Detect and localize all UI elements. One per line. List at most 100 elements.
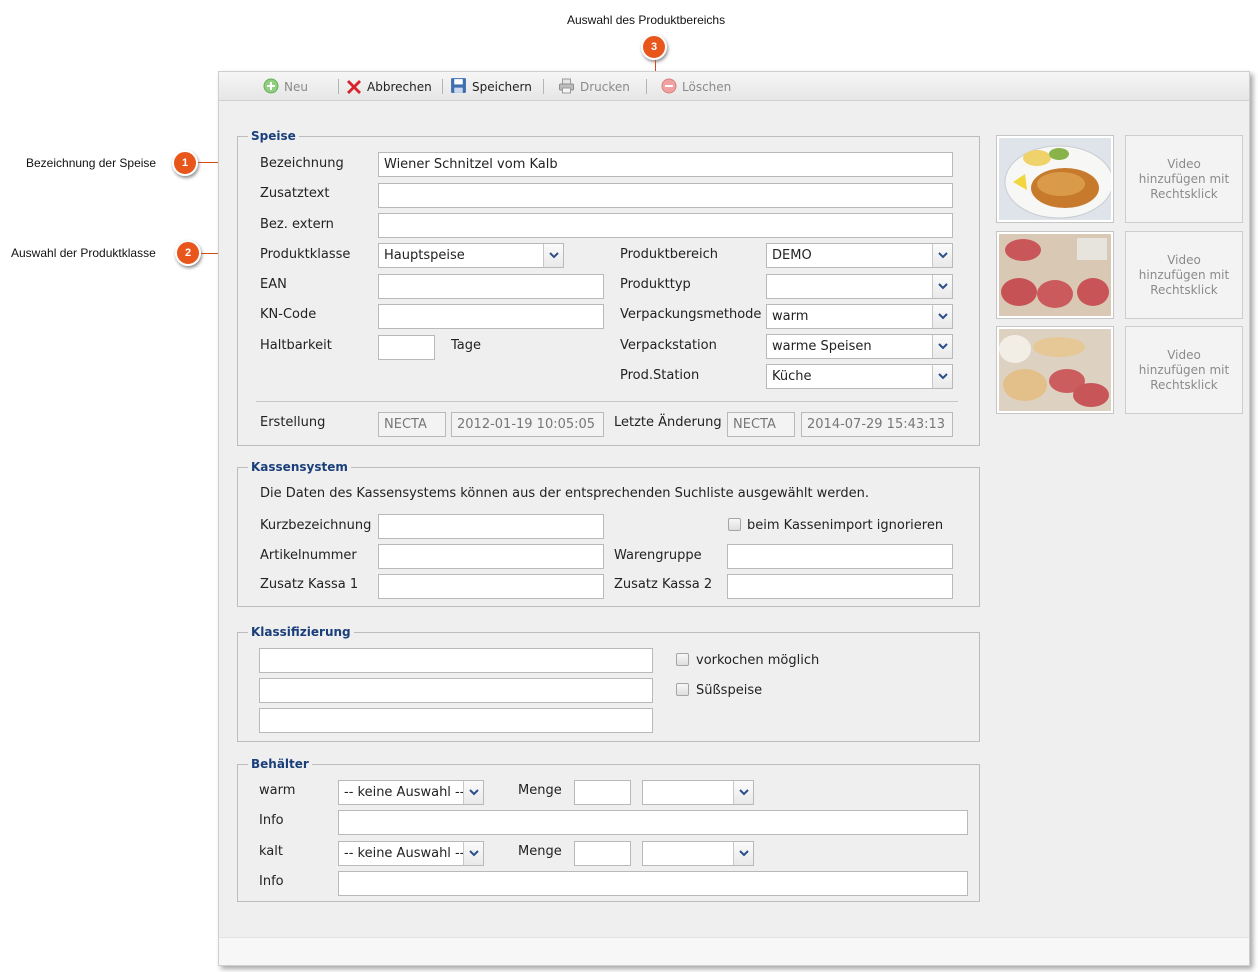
warm-unit-select[interactable] [642,780,754,805]
video-placeholder-3[interactable]: Video hinzufügen mit Rechtsklick [1125,326,1243,414]
ean-input[interactable] [378,274,604,299]
food-photo-raw-meat[interactable] [996,231,1114,319]
produktbereich-select[interactable]: DEMO [766,243,953,268]
delete-button[interactable]: Löschen [661,78,731,96]
kalt-unit-select[interactable] [642,841,754,866]
behaelter-section: Behälter warm -- keine Auswahl -- Menge … [237,756,980,902]
cancel-button[interactable]: Abbrechen [346,78,432,96]
kalt-container-value: -- keine Auswahl -- [344,846,465,861]
prodstation-value: Küche [772,369,812,384]
video-hint-1: Video hinzufügen mit Rechtsklick [1138,156,1230,201]
divider [256,401,958,402]
delete-icon [661,78,677,97]
zusatz-kassa1-label: Zusatz Kassa 1 [260,577,359,592]
save-button[interactable]: Speichern [450,78,532,96]
zusatztext-input[interactable] [378,183,953,208]
food-photo-breading[interactable] [996,326,1114,414]
letzte-aenderung-date-field: 2014-07-29 15:43:13 [801,412,953,437]
save-label: Speichern [472,80,532,94]
erstellung-label: Erstellung [260,415,326,430]
app-window: Neu Abbrechen Speichern Drucken Löschen … [218,71,1250,966]
callout-1-badge: 1 [172,150,198,176]
callout-2-text: Auswahl der Produktklasse [11,246,156,260]
kalt-info-input[interactable] [338,871,968,896]
suessspeise-checkbox[interactable] [676,683,689,696]
print-button[interactable]: Drucken [558,78,630,96]
kn-code-input[interactable] [378,304,604,329]
chevron-down-icon[interactable] [543,244,563,267]
bezeichnung-label: Bezeichnung [260,156,344,171]
chevron-down-icon[interactable] [463,842,483,865]
bezeichnung-input[interactable]: Wiener Schnitzel vom Kalb [378,152,953,177]
ignore-import-checkbox[interactable] [728,518,741,531]
toolbar: Neu Abbrechen Speichern Drucken Löschen [219,72,1249,101]
callout-2-badge: 2 [175,240,201,266]
bez-extern-label: Bez. extern [260,217,334,232]
produktbereich-label: Produktbereich [620,247,719,262]
vorkochen-checkbox[interactable] [676,653,689,666]
food-photo-plate[interactable] [996,135,1114,223]
zusatz-kassa1-input[interactable] [378,574,604,599]
tage-label: Tage [451,338,482,353]
klassifizierung-legend: Klassifizierung [248,624,354,640]
speise-legend: Speise [248,128,299,144]
letzte-aenderung-label: Letzte Änderung [614,415,722,430]
warm-menge-label: Menge [518,783,562,798]
kurzbezeichnung-input[interactable] [378,514,604,539]
chevron-down-icon[interactable] [733,781,753,804]
warm-label: warm [259,783,296,798]
prodstation-select[interactable]: Küche [766,364,953,389]
callout-1-text: Bezeichnung der Speise [26,156,157,170]
verpackstation-label: Verpackstation [620,338,717,353]
klassifizierung-input-2[interactable] [259,678,653,703]
klassifizierung-input-3[interactable] [259,708,653,733]
zusatztext-label: Zusatztext [260,186,330,201]
artikelnummer-input[interactable] [378,544,604,569]
chevron-down-icon[interactable] [733,842,753,865]
warengruppe-input[interactable] [727,544,953,569]
chevron-down-icon[interactable] [463,781,483,804]
verpackungsmethode-select[interactable]: warm [766,304,953,329]
delete-label: Löschen [682,80,732,94]
produkttyp-label: Produkttyp [620,277,691,292]
chevron-down-icon[interactable] [932,244,952,267]
klassifizierung-input-1[interactable] [259,648,653,673]
verpackstation-select[interactable]: warme Speisen [766,334,953,359]
verpackungsmethode-value: warm [772,309,809,324]
kalt-label: kalt [259,844,283,859]
bez-extern-input[interactable] [378,213,953,238]
warm-menge-input[interactable] [574,780,631,805]
produkttyp-select[interactable] [766,274,953,299]
kassensystem-section: Kassensystem Die Daten des Kassensystems… [237,459,980,607]
behaelter-legend: Behälter [248,756,312,772]
chevron-down-icon[interactable] [932,275,952,298]
erstellung-date-field: 2012-01-19 10:05:05 [451,412,604,437]
klassifizierung-section: Klassifizierung vorkochen möglich Süßspe… [237,624,980,742]
kalt-menge-input[interactable] [574,841,631,866]
new-button[interactable]: Neu [263,78,308,96]
produktklasse-label: Produktklasse [260,247,351,262]
kalt-info-label: Info [259,874,284,889]
chevron-down-icon[interactable] [932,305,952,328]
haltbarkeit-input[interactable] [378,335,435,360]
suessspeise-label: Süßspeise [696,683,763,698]
letzte-aenderung-user-field: NECTA [727,412,795,437]
vorkochen-label: vorkochen möglich [696,653,820,668]
kalt-container-select[interactable]: -- keine Auswahl -- [338,841,484,866]
zusatz-kassa2-input[interactable] [727,574,953,599]
video-placeholder-2[interactable]: Video hinzufügen mit Rechtsklick [1125,231,1243,319]
print-label: Drucken [580,80,630,94]
add-icon [263,78,279,97]
callout-3-text: Auswahl des Produktbereichs [567,13,726,27]
warm-info-input[interactable] [338,810,968,835]
chevron-down-icon[interactable] [932,365,952,388]
chevron-down-icon[interactable] [932,335,952,358]
kn-code-label: KN-Code [260,307,317,322]
video-hint-3: Video hinzufügen mit Rechtsklick [1138,347,1230,392]
erstellung-user-field: NECTA [378,412,446,437]
kalt-menge-label: Menge [518,844,562,859]
video-placeholder-1[interactable]: Video hinzufügen mit Rechtsklick [1125,135,1243,223]
produktklasse-select[interactable]: Hauptspeise [378,243,564,268]
warm-container-select[interactable]: -- keine Auswahl -- [338,780,484,805]
printer-icon [558,78,575,97]
